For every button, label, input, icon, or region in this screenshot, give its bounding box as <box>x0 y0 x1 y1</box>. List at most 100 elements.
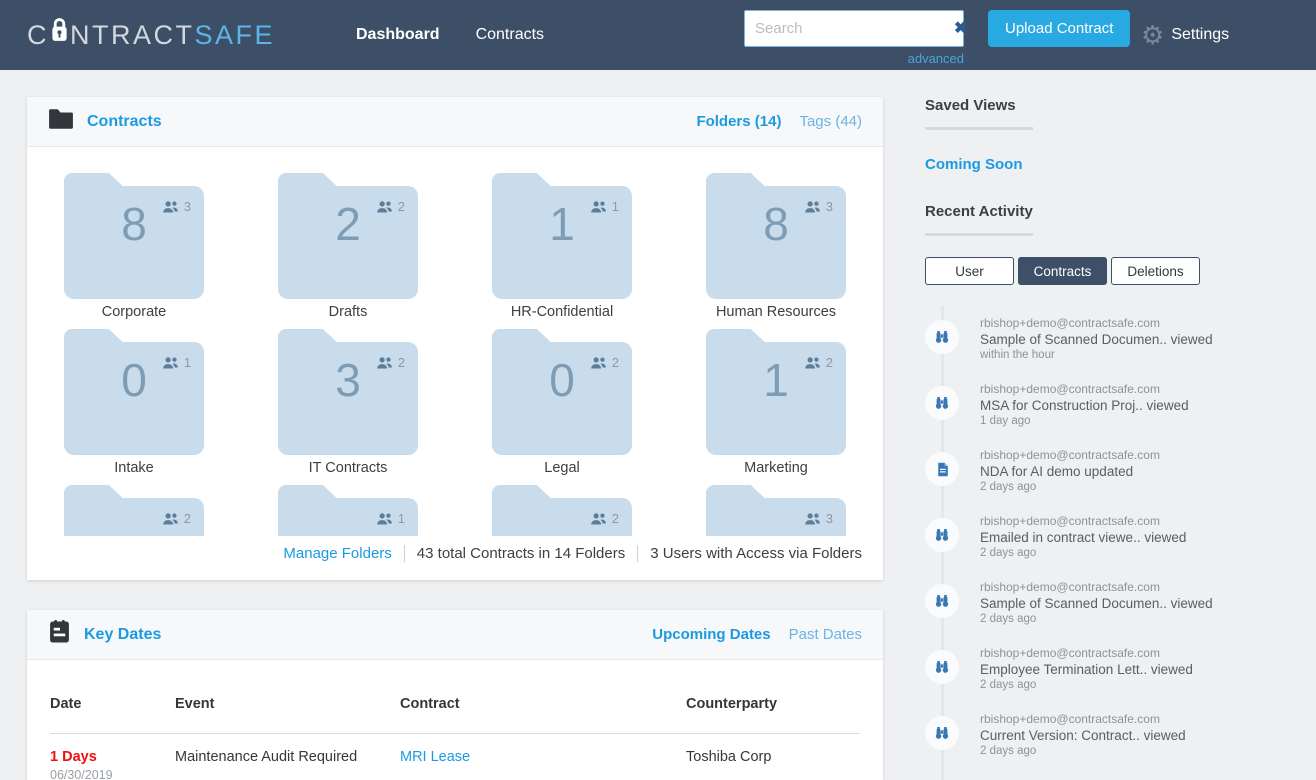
folder-shape: 1 1 <box>492 173 632 299</box>
tab-upcoming-dates[interactable]: Upcoming Dates <box>652 626 770 643</box>
users-access-summary: 3 Users with Access via Folders <box>650 545 862 562</box>
folder-human-resources[interactable]: 8 3 Human Resources <box>669 173 883 329</box>
counterparty-name: Toshiba Corp <box>686 734 860 780</box>
activity-action: Current Version: Contract.. viewed <box>980 727 1300 744</box>
key-dates-table-wrap: Date Event Contract Counterparty 1 Days … <box>27 660 883 780</box>
days-remaining: 1 Days <box>50 749 175 765</box>
coming-soon-link[interactable]: Coming Soon <box>925 156 1300 173</box>
folder-shape: 0 2 <box>492 329 632 455</box>
search-area: ✖ advanced <box>744 10 964 66</box>
activity-text: rbishop+demo@contractsafe.com MSA for Co… <box>980 382 1300 429</box>
column-header-event: Event <box>175 660 400 734</box>
nav-contracts[interactable]: Contracts <box>476 26 544 44</box>
folder-users-badge: 1 <box>375 511 405 526</box>
contracts-panel: Contracts Folders (14) Tags (44) 8 3 <box>27 97 883 580</box>
folder-users-badge: 2 <box>803 355 833 370</box>
folder-name: Legal <box>455 460 669 476</box>
key-dates-table: Date Event Contract Counterparty 1 Days … <box>50 660 860 780</box>
activity-item[interactable]: rbishop+demo@contractsafe.com Sample of … <box>925 316 1300 382</box>
folder-users-badge: 2 <box>161 511 191 526</box>
folder-intake[interactable]: 0 1 Intake <box>27 329 241 485</box>
folder-marketing[interactable]: 1 2 Marketing <box>669 329 883 485</box>
tab-contracts-activity[interactable]: Contracts <box>1018 257 1107 285</box>
users-icon <box>161 200 180 214</box>
activity-item[interactable]: rbishop+demo@contractsafe.com MSA for Co… <box>925 382 1300 448</box>
activity-time: 2 days ago <box>980 744 1300 759</box>
column-header-contract: Contract <box>400 660 686 734</box>
folder-partial-4[interactable]: 3 <box>669 485 883 536</box>
activity-list: rbishop+demo@contractsafe.com Sample of … <box>925 316 1300 778</box>
folder-name: Human Resources <box>669 304 883 320</box>
tab-tags[interactable]: Tags (44) <box>799 113 862 130</box>
folder-partial-2[interactable]: 1 <box>241 485 455 536</box>
folder-partial-3[interactable]: 2 <box>455 485 669 536</box>
key-dates-panel-title: Key Dates <box>48 619 161 650</box>
key-dates-panel-header: Key Dates Upcoming Dates Past Dates <box>27 610 883 660</box>
folder-users-badge: 2 <box>375 355 405 370</box>
folder-hr-confidential[interactable]: 1 1 HR-Confidential <box>455 173 669 329</box>
search-box: ✖ <box>744 10 964 47</box>
activity-item[interactable]: rbishop+demo@contractsafe.com Current Ve… <box>925 712 1300 778</box>
activity-action: Sample of Scanned Documen.. viewed <box>980 331 1300 348</box>
contracts-footer: Manage Folders 43 total Contracts in 14 … <box>27 536 883 580</box>
binoculars-icon <box>925 518 959 552</box>
folder-corporate[interactable]: 8 3 Corporate <box>27 173 241 329</box>
contractsafe-logo[interactable]: C NTRACTSAFE <box>27 0 275 70</box>
search-input[interactable] <box>755 20 954 37</box>
folder-legal[interactable]: 0 2 Legal <box>455 329 669 485</box>
folders-viewport: 8 3 Corporate 2 2 <box>27 147 883 536</box>
manage-folders-link[interactable]: Manage Folders <box>283 545 391 562</box>
contracts-title-text: Contracts <box>87 113 162 131</box>
advanced-search-link[interactable]: advanced <box>744 51 964 66</box>
tab-past-dates[interactable]: Past Dates <box>789 626 862 643</box>
tab-deletions[interactable]: Deletions <box>1111 257 1200 285</box>
activity-item[interactable]: rbishop+demo@contractsafe.com Emailed in… <box>925 514 1300 580</box>
folder-users-badge: 1 <box>589 199 619 214</box>
activity-text: rbishop+demo@contractsafe.com Sample of … <box>980 316 1300 363</box>
event-name: Maintenance Audit Required <box>175 734 400 780</box>
binoculars-icon <box>925 320 959 354</box>
heading-underline <box>925 233 1033 236</box>
contract-link[interactable]: MRI Lease <box>400 749 470 765</box>
tab-folders[interactable]: Folders (14) <box>696 113 781 130</box>
saved-views-heading: Saved Views <box>925 97 1300 114</box>
users-icon <box>161 512 180 526</box>
folder-partial-1[interactable]: 2 <box>27 485 241 536</box>
activity-item[interactable]: rbishop+demo@contractsafe.com Sample of … <box>925 580 1300 646</box>
activity-time: 2 days ago <box>980 612 1300 627</box>
activity-text: rbishop+demo@contractsafe.com NDA for AI… <box>980 448 1300 495</box>
logo-text-safe: SAFE <box>195 20 276 51</box>
activity-action: Employee Termination Lett.. viewed <box>980 661 1300 678</box>
activity-user: rbishop+demo@contractsafe.com <box>980 514 1300 529</box>
total-contracts-summary: 43 total Contracts in 14 Folders <box>417 545 625 562</box>
binoculars-icon <box>925 584 959 618</box>
footer-divider <box>404 545 405 562</box>
contracts-view-tabs: Folders (14) Tags (44) <box>696 113 862 130</box>
users-icon <box>161 356 180 370</box>
key-dates-tabs: Upcoming Dates Past Dates <box>652 626 862 643</box>
users-icon <box>375 512 394 526</box>
nav-dashboard[interactable]: Dashboard <box>356 26 440 44</box>
activity-item[interactable]: rbishop+demo@contractsafe.com Employee T… <box>925 646 1300 712</box>
folder-it-contracts[interactable]: 3 2 IT Contracts <box>241 329 455 485</box>
binoculars-icon <box>925 386 959 420</box>
users-icon <box>589 200 608 214</box>
folder-drafts[interactable]: 2 2 Drafts <box>241 173 455 329</box>
document-icon <box>925 452 959 486</box>
activity-text: rbishop+demo@contractsafe.com Emailed in… <box>980 514 1300 561</box>
tab-user[interactable]: User <box>925 257 1014 285</box>
activity-item[interactable]: rbishop+demo@contractsafe.com NDA for AI… <box>925 448 1300 514</box>
folder-grid: 8 3 Corporate 2 2 <box>27 173 883 536</box>
folder-name: HR-Confidential <box>455 304 669 320</box>
users-icon <box>375 356 394 370</box>
activity-user: rbishop+demo@contractsafe.com <box>980 580 1300 595</box>
upload-contract-button[interactable]: Upload Contract <box>988 10 1130 47</box>
gear-icon: ⚙ <box>1141 22 1164 48</box>
folder-name: Marketing <box>669 460 883 476</box>
activity-time: 2 days ago <box>980 546 1300 561</box>
calendar-icon <box>48 619 71 650</box>
activity-time: 2 days ago <box>980 480 1300 495</box>
key-date-row: 1 Days 06/30/2019 Maintenance Audit Requ… <box>50 734 860 780</box>
clear-search-icon[interactable]: ✖ <box>954 21 967 37</box>
settings-menu[interactable]: ⚙ Settings <box>1141 0 1229 70</box>
